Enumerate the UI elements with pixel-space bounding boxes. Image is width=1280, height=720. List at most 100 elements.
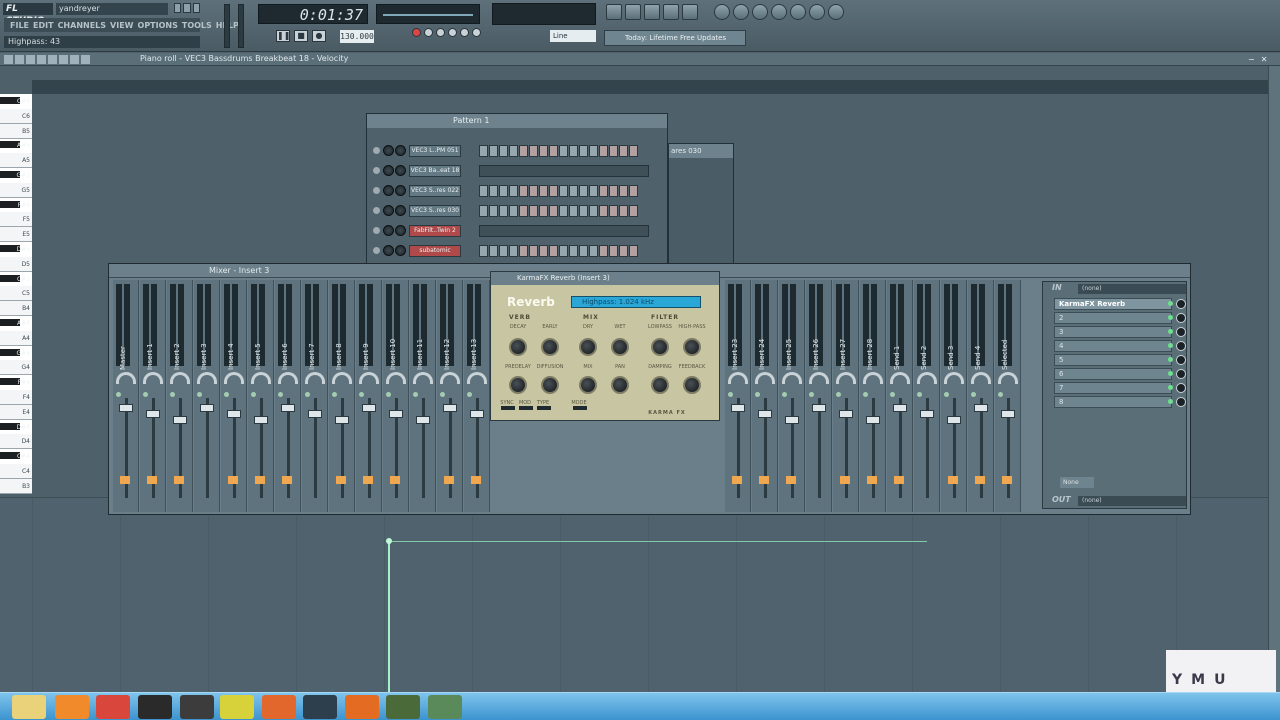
master-pitch-slider[interactable] — [238, 4, 244, 48]
mixer-strip[interactable]: Insert 3 — [194, 280, 220, 512]
fx-slot[interactable]: KarmaFX Reverb — [1054, 298, 1172, 310]
step-button[interactable] — [569, 145, 578, 157]
step-button[interactable] — [619, 205, 628, 217]
stop-button[interactable]: ■ — [294, 30, 308, 42]
mixer-strip[interactable]: Master — [113, 280, 139, 512]
send-switch[interactable] — [174, 476, 184, 484]
fx-slot[interactable]: 7 — [1054, 382, 1172, 394]
fx-slot-enable-led[interactable] — [1168, 371, 1173, 376]
step-button[interactable] — [549, 245, 558, 257]
step-button[interactable] — [549, 185, 558, 197]
channel-volume-knob[interactable] — [395, 145, 406, 156]
channel-pan-knob[interactable] — [383, 225, 394, 236]
channel-name-button[interactable]: VEC3 Ba..eat 18 — [409, 165, 461, 177]
channel-row[interactable]: VEC3 Ba..eat 18 — [373, 164, 663, 178]
step-button[interactable] — [509, 245, 518, 257]
pan-knob[interactable] — [251, 372, 271, 384]
pan-knob[interactable] — [143, 372, 163, 384]
app-icon[interactable] — [262, 695, 296, 719]
reverb-knob[interactable] — [509, 376, 527, 394]
volume-fader[interactable] — [308, 410, 322, 418]
play-tool-icon[interactable] — [81, 55, 90, 64]
reverb-knob[interactable] — [611, 376, 629, 394]
fx-slot[interactable]: 8 — [1054, 396, 1172, 408]
mixer-strip[interactable]: Insert 23 — [725, 280, 751, 512]
pan-knob[interactable] — [278, 372, 298, 384]
step-button[interactable] — [579, 185, 588, 197]
pan-knob[interactable] — [224, 372, 244, 384]
snap-selector[interactable]: Line — [550, 30, 596, 42]
reverb-knob[interactable] — [541, 338, 559, 356]
mute-led[interactable] — [467, 392, 472, 397]
reverb-knob[interactable] — [683, 376, 701, 394]
step-button[interactable] — [479, 185, 488, 197]
step-sequencer-icon[interactable] — [625, 4, 641, 20]
reverb-knob[interactable] — [651, 338, 669, 356]
channel-row[interactable]: VEC3 L..PM 051 — [373, 144, 663, 158]
step-button[interactable] — [619, 145, 628, 157]
volume-fader[interactable] — [416, 416, 430, 424]
channel-row[interactable]: subatomic — [373, 244, 663, 258]
fx-slot-mix-knob[interactable] — [1176, 313, 1186, 323]
menu-edit[interactable]: EDIT — [33, 21, 54, 30]
step-button[interactable] — [599, 185, 608, 197]
step-button[interactable] — [519, 185, 528, 197]
channel-mini-roll[interactable] — [479, 225, 649, 237]
channel-pan-knob[interactable] — [383, 145, 394, 156]
mute-led[interactable] — [728, 392, 733, 397]
mute-led[interactable] — [143, 392, 148, 397]
pan-knob[interactable] — [755, 372, 775, 384]
pan-knob[interactable] — [197, 372, 217, 384]
volume-fader[interactable] — [200, 404, 214, 412]
save-icon[interactable] — [733, 4, 749, 20]
fx-slot-enable-led[interactable] — [1168, 329, 1173, 334]
toggle-led-icon[interactable] — [424, 28, 433, 37]
toggle-led-icon[interactable] — [448, 28, 457, 37]
fx-slot-mix-knob[interactable] — [1176, 341, 1186, 351]
reverb-knob[interactable] — [579, 338, 597, 356]
volume-fader[interactable] — [335, 416, 349, 424]
velocity-bar[interactable] — [388, 541, 390, 693]
slice-tool-icon[interactable] — [48, 55, 57, 64]
channel-name-button[interactable]: subatomic — [409, 245, 461, 257]
reverb-knob[interactable] — [651, 376, 669, 394]
step-button[interactable] — [559, 185, 568, 197]
mixer-strip[interactable]: Insert 25 — [779, 280, 805, 512]
step-button[interactable] — [579, 145, 588, 157]
volume-fader[interactable] — [443, 404, 457, 412]
select-tool-icon[interactable] — [59, 55, 68, 64]
step-button[interactable] — [579, 205, 588, 217]
channel-pan-knob[interactable] — [383, 165, 394, 176]
step-button[interactable] — [589, 145, 598, 157]
pan-knob[interactable] — [863, 372, 883, 384]
step-button[interactable] — [629, 145, 638, 157]
mute-led[interactable] — [251, 392, 256, 397]
step-button[interactable] — [599, 245, 608, 257]
channel-row[interactable]: VEC3 S..res 030 — [373, 204, 663, 218]
channel-mute-led[interactable] — [373, 247, 380, 254]
volume-fader[interactable] — [227, 410, 241, 418]
channel-volume-knob[interactable] — [395, 165, 406, 176]
fx-slot-enable-led[interactable] — [1168, 357, 1173, 362]
step-button[interactable] — [599, 145, 608, 157]
send-switch[interactable] — [975, 476, 985, 484]
fx-slot[interactable]: 6 — [1054, 368, 1172, 380]
send-switch[interactable] — [390, 476, 400, 484]
piano-roll-scrollbar[interactable] — [1268, 66, 1280, 692]
fx-slot-enable-led[interactable] — [1168, 399, 1173, 404]
step-button[interactable] — [569, 185, 578, 197]
mute-led[interactable] — [413, 392, 418, 397]
menu-tools[interactable]: TOOLS — [182, 21, 212, 30]
mixer-strip[interactable]: Insert 13 — [464, 280, 490, 512]
mixer-strip[interactable]: Insert 27 — [833, 280, 859, 512]
volume-fader[interactable] — [470, 410, 484, 418]
window-controls[interactable] — [174, 3, 200, 15]
pan-knob[interactable] — [413, 372, 433, 384]
pan-knob[interactable] — [170, 372, 190, 384]
mute-led[interactable] — [755, 392, 760, 397]
step-button[interactable] — [609, 185, 618, 197]
playlist-icon[interactable] — [606, 4, 622, 20]
step-button[interactable] — [539, 245, 548, 257]
app-icon[interactable] — [220, 695, 254, 719]
tempo-display[interactable]: 130.000 — [340, 30, 374, 43]
